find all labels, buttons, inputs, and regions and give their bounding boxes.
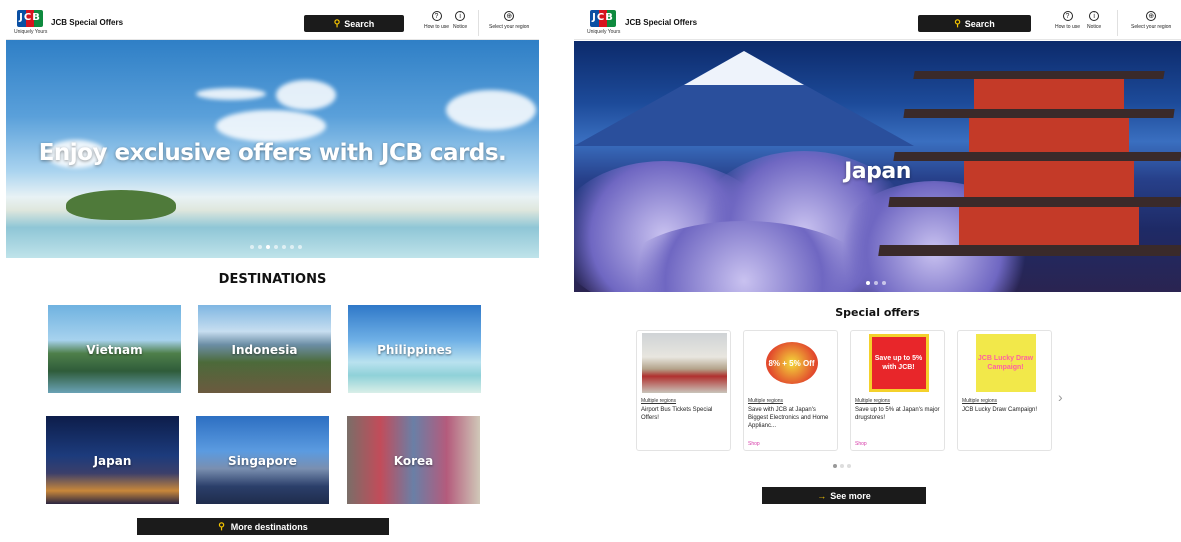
how-to-use-label: How to use — [1055, 24, 1081, 30]
search-label: Search — [344, 18, 375, 29]
globe-icon: ⊕ — [504, 11, 515, 21]
pagoda — [974, 79, 1124, 109]
how-to-use-link[interactable]: ? How to use — [424, 11, 449, 30]
carousel-dots[interactable] — [250, 245, 302, 249]
destination-label: Japan — [93, 454, 132, 468]
offer-card[interactable]: JCB Lucky Draw Campaign! Multiple region… — [957, 330, 1052, 451]
destination-tile-singapore[interactable]: Singapore — [196, 416, 329, 504]
destination-label: Indonesia — [231, 343, 298, 357]
brand-title[interactable]: JCB Special Offers — [51, 18, 123, 27]
how-to-use-link[interactable]: ? How to use — [1055, 11, 1080, 30]
destination-tile-philippines[interactable]: Philippines — [348, 305, 481, 393]
site-header: JCB Uniquely Yours JCB Special Offers ⚲ … — [6, 6, 539, 40]
offer-image — [642, 333, 727, 393]
right-screen: JCB Uniquely Yours JCB Special Offers ⚲ … — [574, 6, 1181, 540]
region-selector[interactable]: ⊕ Select your region — [1131, 11, 1171, 30]
left-screen: JCB Uniquely Yours JCB Special Offers ⚲ … — [6, 6, 539, 540]
offer-region[interactable]: Multiple regions — [855, 398, 890, 404]
hero-banner[interactable]: Japan — [574, 41, 1181, 292]
notice-label: Notice — [1087, 24, 1102, 30]
destination-label: Vietnam — [86, 343, 143, 357]
search-icon: ⚲ — [954, 18, 961, 28]
offer-image: 8% + 5% Off — [749, 333, 834, 393]
offer-region[interactable]: Multiple regions — [962, 398, 997, 404]
region-label: Select your region — [489, 24, 530, 30]
region-selector[interactable]: ⊕ Select your region — [489, 11, 529, 30]
search-button[interactable]: ⚲ Search — [304, 15, 404, 32]
info-icon: i — [1089, 11, 1100, 21]
offer-description: Save with JCB at Japan's Biggest Electro… — [748, 407, 829, 429]
special-offers-title: Special offers — [835, 306, 920, 319]
more-destinations-label: More destinations — [230, 521, 308, 532]
brand-title[interactable]: JCB Special Offers — [625, 18, 697, 27]
offer-image: JCB Lucky Draw Campaign! — [963, 333, 1048, 393]
how-to-use-label: How to use — [424, 24, 450, 30]
offer-description: Airport Bus Tickets Special Offers! — [641, 407, 713, 421]
destination-tile-japan[interactable]: Japan — [46, 416, 179, 504]
logo-tagline: Uniquely Yours — [587, 29, 621, 35]
hero-headline: Enjoy exclusive offers with JCB cards. — [38, 140, 507, 166]
logo-tagline: Uniquely Yours — [14, 29, 48, 35]
jcb-logo[interactable]: JCB Uniquely Yours — [14, 10, 50, 38]
logo-text: JCB — [19, 12, 41, 23]
see-more-button[interactable]: → See more — [762, 487, 926, 504]
notice-link[interactable]: i Notice — [453, 11, 467, 30]
destination-tile-vietnam[interactable]: Vietnam — [48, 305, 181, 393]
offer-description: JCB Lucky Draw Campaign! — [962, 407, 1038, 413]
logo-text: JCB — [592, 12, 614, 23]
destination-label: Philippines — [377, 343, 452, 357]
offer-category: Shop — [855, 441, 867, 447]
search-label: Search — [964, 18, 995, 29]
offer-card[interactable]: Save up to 5% with JCB! Multiple regions… — [850, 330, 945, 451]
offer-region[interactable]: Multiple regions — [748, 398, 783, 404]
region-label: Select your region — [1131, 24, 1172, 30]
location-pin-icon: ⚲ — [218, 521, 225, 531]
offer-image-text: Save up to 5% with JCB! — [868, 334, 929, 392]
offers-pager[interactable] — [833, 464, 851, 468]
hero-headline: Japan — [844, 159, 911, 184]
site-header: JCB Uniquely Yours JCB Special Offers ⚲ … — [574, 6, 1181, 40]
chevron-right-icon[interactable]: › — [1058, 389, 1063, 405]
more-destinations-button[interactable]: ⚲ More destinations — [137, 518, 389, 535]
offer-category: Shop — [748, 441, 760, 447]
destination-label: Korea — [393, 454, 434, 468]
destinations-title: DESTINATIONS — [218, 272, 327, 287]
mangrove-island — [66, 190, 176, 220]
hero-banner[interactable]: Enjoy exclusive offers with JCB cards. — [6, 40, 539, 258]
offer-description: Save up to 5% at Japan's major drugstore… — [855, 407, 940, 421]
globe-icon: ⊕ — [1146, 11, 1157, 21]
jcb-logo[interactable]: JCB Uniquely Yours — [587, 10, 623, 38]
search-button[interactable]: ⚲ Search — [918, 15, 1031, 32]
destination-tile-korea[interactable]: Korea — [347, 416, 480, 504]
offer-image: Save up to 5% with JCB! — [856, 333, 941, 393]
offer-card[interactable]: Multiple regions Airport Bus Tickets Spe… — [636, 330, 731, 451]
notice-link[interactable]: i Notice — [1087, 11, 1101, 30]
offer-card[interactable]: 8% + 5% Off Multiple regions Save with J… — [743, 330, 838, 451]
offer-image-text: JCB Lucky Draw Campaign! — [975, 334, 1036, 392]
see-more-label: See more — [830, 490, 871, 501]
arrow-right-icon: → — [817, 490, 827, 501]
destination-label: Singapore — [228, 454, 297, 468]
carousel-dots[interactable] — [866, 281, 886, 285]
header-divider — [1117, 10, 1118, 36]
help-icon: ? — [1062, 11, 1073, 21]
help-icon: ? — [431, 11, 442, 21]
info-icon: i — [455, 11, 466, 21]
header-divider — [478, 10, 479, 36]
offer-image-text: 8% + 5% Off — [765, 342, 818, 384]
notice-label: Notice — [453, 24, 468, 30]
destination-tile-indonesia[interactable]: Indonesia — [198, 305, 331, 393]
offer-region[interactable]: Multiple regions — [641, 398, 676, 404]
search-icon: ⚲ — [333, 18, 341, 28]
